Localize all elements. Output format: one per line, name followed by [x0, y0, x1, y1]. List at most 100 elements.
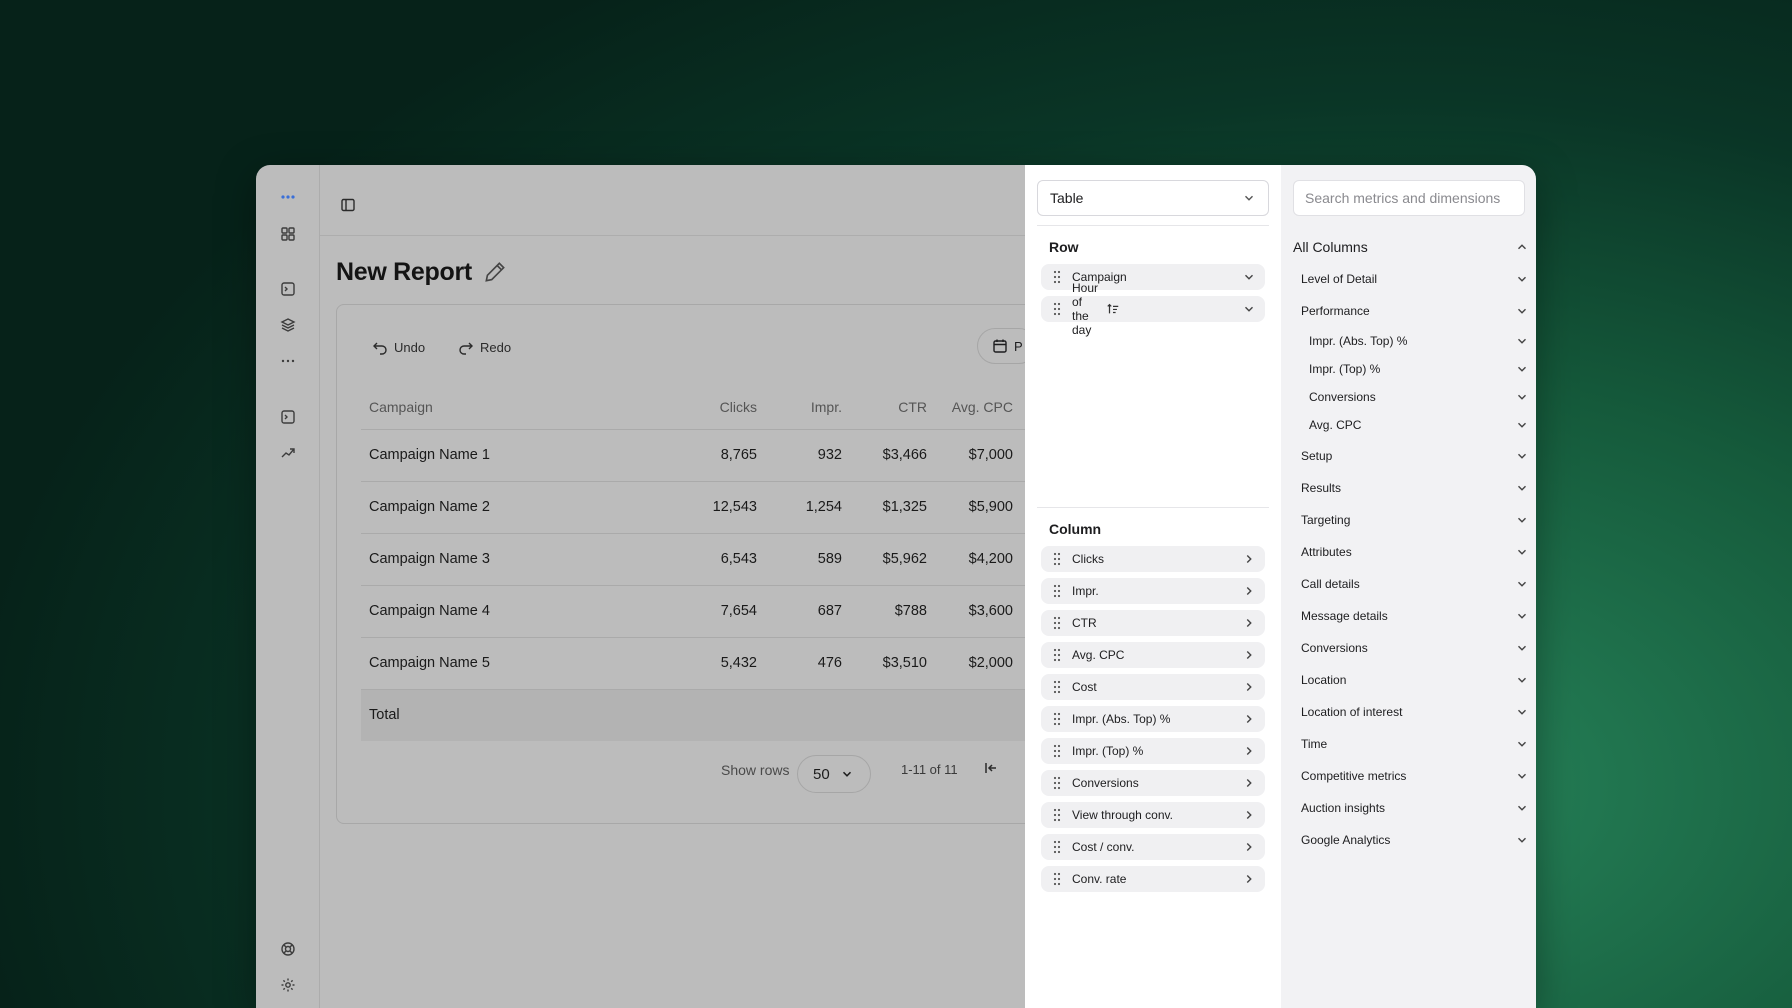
chevron-right-icon[interactable] [1242, 680, 1256, 694]
drag-handle-icon[interactable] [1052, 648, 1062, 662]
table-row[interactable]: Campaign Name 1 8,765 932 $3,466 $7,000 [361, 429, 1025, 482]
icon-rail [256, 165, 320, 1008]
column-item[interactable]: Clicks [1041, 546, 1265, 572]
tree-item[interactable]: Location of interest [1301, 701, 1529, 723]
column-item[interactable]: Cost / conv. [1041, 834, 1265, 860]
columns-panel: All Columns Level of Detail Performance Im… [1281, 165, 1536, 1008]
drag-handle-icon[interactable] [1052, 584, 1062, 598]
dashboard-icon[interactable] [276, 222, 300, 246]
settings-gear-icon[interactable] [276, 973, 300, 997]
table-row[interactable]: Campaign Name 5 5,432 476 $3,510 $2,000 [361, 637, 1025, 690]
tree-item[interactable]: Level of Detail [1301, 268, 1529, 290]
column-item[interactable]: Conv. rate [1041, 866, 1265, 892]
edit-pencil-icon[interactable] [482, 259, 508, 285]
tree-item[interactable]: Attributes [1301, 541, 1529, 563]
redo-button[interactable]: Redo [458, 339, 511, 355]
drag-handle-icon[interactable] [1052, 552, 1062, 566]
rows-per-page-value: 50 [813, 765, 830, 783]
tree-item[interactable]: Setup [1301, 445, 1529, 467]
clicks-cell: 8,765 [695, 429, 769, 482]
column-item[interactable]: Cost [1041, 674, 1265, 700]
drag-handle-icon[interactable] [1052, 302, 1062, 316]
tree-item[interactable]: Conversions [1309, 386, 1529, 408]
tree-item[interactable]: Time [1301, 733, 1529, 755]
impr-cell: 589 [769, 533, 854, 586]
column-item[interactable]: Conversions [1041, 770, 1265, 796]
tree-item-label: Google Analytics [1301, 833, 1391, 847]
campaign-cell: Campaign Name 2 [361, 481, 695, 534]
first-page-icon[interactable] [983, 760, 999, 776]
row-item-hour-of-day[interactable]: Hour of the day [1041, 281, 1265, 337]
column-item-label: Avg. CPC [1072, 648, 1125, 662]
chevron-down-icon[interactable] [1242, 302, 1256, 316]
tree-item[interactable]: Location [1301, 669, 1529, 691]
tree-item[interactable]: Message details [1301, 605, 1529, 627]
col-header-impr[interactable]: Impr. [769, 385, 854, 430]
drag-handle-icon[interactable] [1052, 616, 1062, 630]
drag-handle-icon[interactable] [1052, 808, 1062, 822]
drag-handle-icon[interactable] [1052, 744, 1062, 758]
tree-item-all-columns[interactable]: All Columns [1293, 236, 1529, 258]
rows-per-page-select[interactable]: 50 [797, 755, 871, 793]
more-dots-icon[interactable] [276, 185, 300, 209]
table-row[interactable]: Campaign Name 3 6,543 589 $5,962 $4,200 [361, 533, 1025, 586]
column-item[interactable]: View through conv. [1041, 802, 1265, 828]
chevron-right-icon[interactable] [1242, 808, 1256, 822]
drag-handle-icon[interactable] [1052, 270, 1062, 284]
tree-item[interactable]: Competitive metrics [1301, 765, 1529, 787]
column-item[interactable]: Impr. (Abs. Top) % [1041, 706, 1265, 732]
tree-item[interactable]: Conversions [1301, 637, 1529, 659]
col-header-ctr[interactable]: CTR [854, 385, 939, 430]
col-header-campaign[interactable]: Campaign [361, 385, 695, 430]
tree-item[interactable]: Results [1301, 477, 1529, 499]
chevron-right-icon[interactable] [1242, 840, 1256, 854]
chevron-right-icon[interactable] [1242, 648, 1256, 662]
chevron-right-icon[interactable] [1242, 616, 1256, 630]
table-row[interactable]: Campaign Name 2 12,543 1,254 $1,325 $5,9… [361, 481, 1025, 534]
tree-item[interactable]: Performance [1301, 300, 1529, 322]
drag-handle-icon[interactable] [1052, 680, 1062, 694]
layers-icon[interactable] [276, 313, 300, 337]
search-input[interactable] [1293, 180, 1525, 216]
tree-item[interactable]: Impr. (Abs. Top) % [1309, 330, 1529, 352]
col-header-avg-cpc[interactable]: Avg. CPC [939, 385, 1025, 430]
row-item-label: Hour of the day [1072, 281, 1099, 337]
column-item-label: Conversions [1072, 776, 1139, 790]
column-item[interactable]: CTR [1041, 610, 1265, 636]
chevron-right-icon[interactable] [1242, 712, 1256, 726]
column-item[interactable]: Impr. (Top) % [1041, 738, 1265, 764]
column-item[interactable]: Impr. [1041, 578, 1265, 604]
tree-item[interactable]: Google Analytics [1301, 829, 1529, 851]
sort-icon[interactable] [1106, 302, 1120, 316]
more-icon[interactable] [276, 349, 300, 373]
drag-handle-icon[interactable] [1052, 872, 1062, 886]
chevron-down-icon[interactable] [1242, 270, 1256, 284]
sidebar-toggle-icon[interactable] [336, 193, 360, 217]
drag-handle-icon[interactable] [1052, 776, 1062, 790]
undo-button[interactable]: Undo [372, 339, 425, 355]
tree-item[interactable]: Impr. (Top) % [1309, 358, 1529, 380]
tree-item[interactable]: Auction insights [1301, 797, 1529, 819]
report-icon[interactable] [276, 277, 300, 301]
chevron-right-icon[interactable] [1242, 776, 1256, 790]
chevron-right-icon[interactable] [1242, 552, 1256, 566]
ctr-cell: $3,510 [854, 637, 939, 690]
trend-icon[interactable] [276, 441, 300, 465]
drag-handle-icon[interactable] [1052, 712, 1062, 726]
table-row[interactable]: Campaign Name 4 7,654 687 $788 $3,600 [361, 585, 1025, 638]
table-header-row: Campaign Clicks Impr. CTR Avg. CPC [361, 385, 1025, 430]
chart-type-select[interactable]: Table [1037, 180, 1269, 216]
tree-item[interactable]: Call details [1301, 573, 1529, 595]
drag-handle-icon[interactable] [1052, 840, 1062, 854]
tree-item-label: Performance [1301, 304, 1370, 318]
chevron-right-icon[interactable] [1242, 872, 1256, 886]
column-item[interactable]: Avg. CPC [1041, 642, 1265, 668]
col-header-clicks[interactable]: Clicks [695, 385, 769, 430]
help-icon[interactable] [276, 937, 300, 961]
tree-item[interactable]: Targeting [1301, 509, 1529, 531]
chevron-right-icon[interactable] [1242, 744, 1256, 758]
terminal-icon[interactable] [276, 405, 300, 429]
campaign-cell: Campaign Name 1 [361, 429, 695, 482]
tree-item[interactable]: Avg. CPC [1309, 414, 1529, 436]
chevron-right-icon[interactable] [1242, 584, 1256, 598]
